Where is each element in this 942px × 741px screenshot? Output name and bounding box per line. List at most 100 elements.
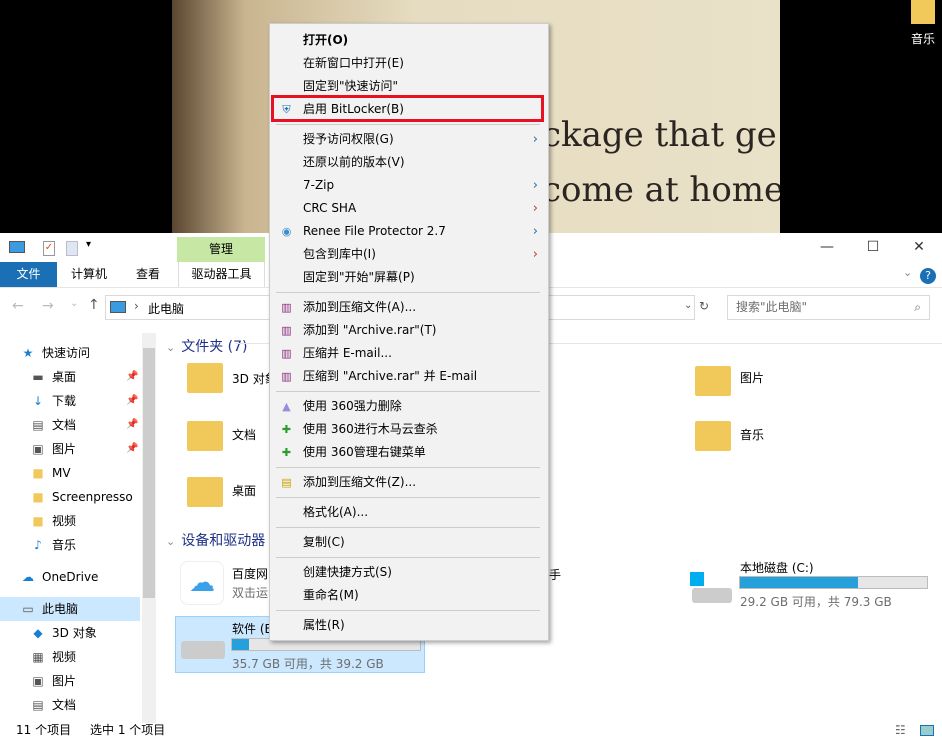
menu-item[interactable]: ▥ 添加到 "Archive.rar"(T) — [270, 319, 548, 342]
nav-item-label: 图片 — [52, 674, 77, 688]
refresh-button[interactable]: ↻ — [699, 299, 709, 313]
nav-item[interactable]: ■ 视频 — [30, 509, 76, 533]
folders-section-header[interactable]: ⌄ 文件夹 (7) — [166, 336, 248, 356]
folder-icon: ■ — [32, 490, 44, 504]
nav-item-label: MV — [52, 466, 71, 480]
recent-dropdown[interactable]: ⌄ — [70, 298, 78, 309]
properties-icon[interactable]: ✓ — [43, 241, 55, 256]
baidu-netdisk-icon: ☁ — [180, 561, 224, 605]
close-button[interactable]: ✕ — [896, 233, 942, 262]
desktop-icon: ▬ — [32, 370, 44, 384]
device-baidu-netdisk[interactable]: ☁ 百度网 双击运 — [180, 561, 268, 605]
tab-computer[interactable]: 计算机 — [60, 262, 118, 287]
chevron-right-icon: › — [532, 247, 538, 262]
nav-item[interactable]: ◆ 3D 对象 — [30, 621, 96, 645]
menu-item-label: 授予访问权限(G) — [303, 132, 394, 146]
menu-item[interactable]: 格式化(A)... — [270, 501, 548, 524]
menu-separator — [276, 292, 540, 293]
menu-item[interactable]: 打开(O) — [270, 29, 548, 52]
menu-item[interactable]: 重命名(M) — [270, 584, 548, 607]
menu-item-label: 格式化(A)... — [303, 505, 369, 519]
device-label: 手 — [549, 568, 562, 582]
tab-file[interactable]: 文件 — [0, 262, 57, 287]
tab-view[interactable]: 查看 — [122, 262, 174, 287]
nav-item[interactable]: ■ MV — [30, 461, 71, 485]
breadcrumb[interactable]: 此电脑 — [148, 300, 184, 317]
menu-item-label: 复制(C) — [303, 535, 345, 549]
menu-item[interactable]: 复制(C) — [270, 531, 548, 554]
tab-drive-tools[interactable]: 驱动器工具 — [178, 262, 265, 287]
menu-item[interactable]: ◉ Renee File Protector 2.7 › — [270, 220, 548, 243]
nav-item[interactable]: ▬ 桌面 📌 — [30, 365, 138, 389]
menu-item-label: 在新窗口中打开(E) — [303, 56, 404, 70]
large-icons-view-icon[interactable] — [920, 725, 934, 736]
up-button[interactable]: ↑ — [88, 297, 100, 313]
maximize-button[interactable]: ☐ — [850, 233, 896, 262]
nav-item[interactable]: ☁ OneDrive — [20, 565, 98, 589]
back-button[interactable]: ← — [12, 298, 24, 314]
menu-item-label: 固定到"快速访问" — [303, 79, 399, 93]
search-input[interactable]: 搜索"此电脑" ⌕ — [727, 295, 930, 320]
folder-music[interactable]: 音乐 — [695, 421, 764, 451]
selected-count: 选中 1 个项目 — [90, 723, 166, 737]
computer-icon — [9, 241, 25, 253]
nav-item[interactable]: ▦ 视频 — [30, 645, 76, 669]
search-icon: ⌕ — [914, 300, 921, 314]
nav-item[interactable]: ↓ 下载 📌 — [30, 389, 138, 413]
windows-logo-icon — [690, 572, 704, 586]
nav-item-label: 桌面 — [52, 370, 77, 384]
menu-item[interactable]: 包含到库中(I) › — [270, 243, 548, 266]
cloud-icon: ☁ — [22, 570, 34, 584]
nav-item[interactable]: ▭ 此电脑 — [0, 597, 140, 621]
nav-item[interactable]: ★ 快速访问 — [20, 341, 90, 365]
devices-section-header[interactable]: ⌄ 设备和驱动器 — [166, 530, 265, 550]
new-folder-icon[interactable] — [66, 241, 78, 256]
chevron-down-icon[interactable]: ⌄ — [684, 300, 692, 311]
nav-item[interactable]: ▤ 文档 — [30, 693, 76, 717]
winrar-icon: ▥ — [281, 301, 292, 314]
customize-toolbar-icon[interactable]: ▾ — [86, 239, 91, 250]
menu-separator — [276, 497, 540, 498]
menu-item[interactable]: ▥ 压缩到 "Archive.rar" 并 E-mail — [270, 365, 548, 388]
menu-item[interactable]: 在新窗口中打开(E) — [270, 52, 548, 75]
winrar-icon: ▥ — [281, 370, 292, 383]
tab-manage-context[interactable]: 管理 — [177, 237, 265, 262]
menu-item[interactable]: ✚ 使用 360管理右键菜单 — [270, 441, 548, 464]
menu-item[interactable]: 7-Zip › — [270, 174, 548, 197]
nav-item-label: 文档 — [52, 698, 77, 712]
nav-item-label: 文档 — [52, 418, 77, 432]
minimize-button[interactable]: — — [804, 233, 850, 262]
desktop-icon-music[interactable]: 音乐 — [904, 0, 942, 47]
menu-item[interactable]: 授予访问权限(G) › — [270, 128, 548, 151]
folder-desktop[interactable]: 桌面 — [187, 477, 256, 507]
nav-item[interactable]: ♪ 音乐 — [30, 533, 76, 557]
menu-item[interactable]: ▥ 压缩并 E-mail... — [270, 342, 548, 365]
menu-item[interactable]: 固定到"开始"屏幕(P) — [270, 266, 548, 289]
menu-item-label: 包含到库中(I) — [303, 247, 376, 261]
scrollbar-thumb[interactable] — [143, 348, 155, 598]
nav-item[interactable]: ■ Screenpresso — [30, 485, 132, 509]
menu-item-label: 属性(R) — [303, 618, 345, 632]
expand-ribbon-icon[interactable]: ⌄ — [903, 266, 912, 279]
winrar-icon: ▥ — [281, 347, 292, 360]
nav-item[interactable]: ▣ 图片 📌 — [30, 437, 138, 461]
nav-item[interactable]: ▤ 文档 📌 — [30, 413, 138, 437]
computer-icon — [110, 301, 126, 313]
folder-documents[interactable]: 文档 — [187, 421, 256, 451]
menu-item[interactable]: 还原以前的版本(V) — [270, 151, 548, 174]
menu-item[interactable]: ▤ 添加到压缩文件(Z)... — [270, 471, 548, 494]
help-icon[interactable]: ? — [920, 268, 936, 284]
forward-button[interactable]: → — [42, 298, 54, 314]
menu-item[interactable]: 创建快捷方式(S) — [270, 561, 548, 584]
menu-item[interactable]: ✚ 使用 360进行木马云查杀 — [270, 418, 548, 441]
menu-item[interactable]: ▥ 添加到压缩文件(A)... — [270, 296, 548, 319]
menu-item[interactable]: CRC SHA › — [270, 197, 548, 220]
folder-pictures[interactable]: 图片 — [695, 366, 764, 396]
nav-item[interactable]: ▣ 图片 — [30, 669, 76, 693]
menu-item[interactable]: 属性(R) — [270, 614, 548, 637]
menu-item[interactable]: ▲ 使用 360强力删除 — [270, 395, 548, 418]
highlight-box — [271, 95, 544, 122]
folder-3d-objects[interactable]: 3D 对象 — [187, 363, 277, 393]
details-view-icon[interactable]: ☷ — [895, 720, 906, 741]
document-icon: ▤ — [32, 698, 44, 712]
